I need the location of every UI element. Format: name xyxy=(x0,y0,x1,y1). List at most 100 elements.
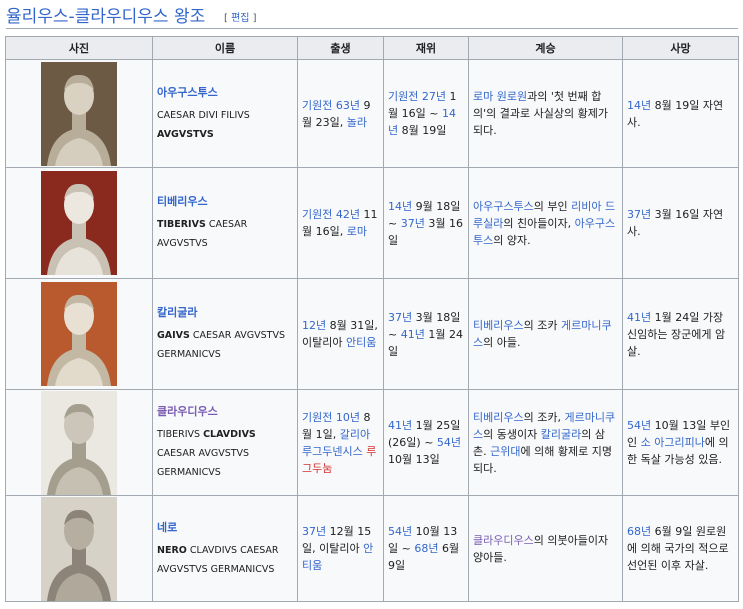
col-header-photo: 사진 xyxy=(5,36,153,60)
reign-link[interactable]: 41년 xyxy=(401,328,425,341)
section-title: 율리우스-클라우디우스 왕조 xyxy=(6,7,206,27)
death-cell: 54년 10월 13일 부인인 소 아그리피나에 의한 독살 가능성 있음. xyxy=(622,389,739,496)
reign-cell: 37년 3월 18일 ~ 41년 1월 24일 xyxy=(383,278,469,390)
succession-text: 의 동생이자 xyxy=(483,427,541,441)
reign-link[interactable]: 41년 xyxy=(388,419,412,432)
succession-text: 의 양자. xyxy=(493,233,531,247)
succession-cell: 티베리우스의 조카 게르마니쿠스의 아들. xyxy=(468,278,623,390)
latin-name-emphasis: TIBERIVS xyxy=(157,219,206,230)
reign-cell: 14년 9월 18일 ~ 37년 3월 16일 xyxy=(383,167,469,279)
bust-portrait-tiberius-icon[interactable] xyxy=(41,171,117,275)
birth-link[interactable]: 기원전 63년 xyxy=(302,99,360,112)
succession-link[interactable]: 아우구스투스 xyxy=(473,200,534,213)
birth-cell: 기원전 42년 11월 16일, 로마 xyxy=(297,167,384,279)
death-cell: 14년 8월 19일 자연사. xyxy=(622,59,739,168)
section-heading: 율리우스-클라우디우스 왕조 [ 편집 ] xyxy=(6,0,738,29)
reign-text: 10월 13일 xyxy=(388,453,440,466)
succession-link[interactable]: 로마 원로원 xyxy=(473,90,527,103)
birth-link[interactable]: 12년 xyxy=(302,319,326,332)
name-cell: 클라우디우스 TIBERIVS CLAVDIVS CAESAR AVGVSTVS … xyxy=(152,389,298,496)
name-cell: 칼리굴라 GAIVS CAESAR AVGVSTVS GERMANICVS xyxy=(152,278,298,390)
name-cell: 네로 NERO CLAVDIVS CAESAR AVGVSTVS GERMANIC… xyxy=(152,495,298,602)
birth-cell: 기원전 63년 9월 23일, 놀라 xyxy=(297,59,384,168)
latin-name-emphasis: CLAVDIVS xyxy=(203,429,256,440)
latin-name-emphasis: GAIVS xyxy=(157,330,190,341)
photo-cell xyxy=(5,495,153,602)
death-link[interactable]: 41년 xyxy=(627,311,651,324)
edit-section: [ 편집 ] xyxy=(224,9,257,24)
bust-portrait-augustus-icon[interactable] xyxy=(41,61,117,166)
latin-name-emphasis: AVGVSTVS xyxy=(157,128,214,140)
birth-cell: 37년 12월 15일, 이탈리아 안티움 xyxy=(297,495,384,602)
succession-link[interactable]: 티베리우스 xyxy=(473,411,524,424)
birth-link[interactable]: 기원전 42년 xyxy=(302,208,360,221)
photo-cell xyxy=(5,389,153,496)
death-link[interactable]: 소 아그리피나 xyxy=(641,436,705,449)
latin-name: CAESAR DIVI FILIVS AVGVSTVS xyxy=(157,109,250,140)
emperor-name-link[interactable]: 칼리굴라 xyxy=(157,304,293,321)
bust-portrait-nero-icon[interactable] xyxy=(41,496,117,601)
succession-link[interactable]: 근위대 xyxy=(490,445,520,458)
death-cell: 68년 6월 9일 원로원에 의해 국가의 적으로 선언된 이후 자살. xyxy=(622,495,739,602)
col-header-succession: 계승 xyxy=(468,36,623,60)
birth-cell: 기원전 10년 8월 1일, 갈리아 루그두넨시스 루그두눔 xyxy=(297,389,384,496)
latin-name: GAIVS CAESAR AVGVSTVS GERMANICVS xyxy=(157,330,285,360)
photo-cell xyxy=(5,167,153,279)
death-cell: 41년 1월 24일 가장 신임하는 장군에게 암살. xyxy=(622,278,739,390)
latin-name: TIBERIVS CAESAR AVGVSTVS xyxy=(157,219,248,249)
latin-name: TIBERIVS CLAVDIVS CAESAR AVGVSTVS GERMAN… xyxy=(157,429,256,478)
col-header-death: 사망 xyxy=(622,36,739,60)
name-cell: 티베리우스 TIBERIVS CAESAR AVGVSTVS xyxy=(152,167,298,279)
col-header-name: 이름 xyxy=(152,36,298,60)
emperors-table: 사진 이름 출생 재위 계승 사망 아우구스투스 CAESAR DIVI FILI… xyxy=(5,36,739,602)
reign-link[interactable]: 68년 xyxy=(414,542,438,555)
reign-link[interactable]: 54년 xyxy=(388,525,412,538)
reign-link[interactable]: 54년 xyxy=(437,436,461,449)
reign-link[interactable]: 14년 xyxy=(388,200,412,213)
birth-link[interactable]: 로마 xyxy=(347,225,367,238)
bust-portrait-claudius-icon[interactable] xyxy=(41,390,117,495)
birth-link[interactable]: 37년 xyxy=(302,525,326,538)
succession-cell: 티베리우스의 조카, 게르마니쿠스의 동생이자 칼리굴라의 삼촌. 근위대에 의… xyxy=(468,389,623,496)
bust-portrait-caligula-icon[interactable] xyxy=(41,282,117,386)
succession-cell: 클라우디우스의 의붓아들이자 양아들. xyxy=(468,495,623,602)
reign-link[interactable]: 37년 xyxy=(388,311,412,324)
succession-link[interactable]: 클라우디우스 xyxy=(473,534,534,547)
birth-cell: 12년 8월 31일, 이탈리아 안티움 xyxy=(297,278,384,390)
birth-link[interactable]: 기원전 10년 xyxy=(302,411,360,424)
edit-section-link[interactable]: 편집 xyxy=(231,13,249,24)
reign-cell: 41년 1월 25일 (26일) ~ 54년 10월 13일 xyxy=(383,389,469,496)
succession-link[interactable]: 칼리굴라 xyxy=(541,428,581,441)
latin-name: NERO CLAVDIVS CAESAR AVGVSTVS GERMANICVS xyxy=(157,544,279,575)
edit-bracket-close: ] xyxy=(249,13,257,24)
succession-cell: 아우구스투스의 부인 리비아 드루실라의 친아들이자, 아우구스투스의 양자. xyxy=(468,167,623,279)
col-header-birth: 출생 xyxy=(297,36,384,60)
death-link[interactable]: 37년 xyxy=(627,208,651,221)
birth-link[interactable]: 놀라 xyxy=(347,116,367,129)
emperor-name-link[interactable]: 네로 xyxy=(157,519,293,536)
name-cell: 아우구스투스 CAESAR DIVI FILIVS AVGVSTVS xyxy=(152,59,298,168)
table-row: 아우구스투스 CAESAR DIVI FILIVS AVGVSTVS 기원전 63년… xyxy=(5,59,739,168)
succession-text: 의 조카 xyxy=(523,319,561,332)
reign-link[interactable]: 37년 xyxy=(401,217,425,230)
reign-cell: 기원전 27년 1월 16일 ~ 14년 8월 19일 xyxy=(383,59,469,168)
succession-text: 의 친아들이자, xyxy=(503,216,575,230)
succession-text: 의 조카, xyxy=(523,410,565,424)
table-row: 티베리우스 TIBERIVS CAESAR AVGVSTVS 기원전 42년 11월… xyxy=(5,167,739,279)
table-row: 네로 NERO CLAVDIVS CAESAR AVGVSTVS GERMANIC… xyxy=(5,495,739,602)
birth-link[interactable]: 안티움 xyxy=(346,336,376,349)
death-link[interactable]: 68년 xyxy=(627,525,651,538)
emperor-name-link[interactable]: 클라우디우스 xyxy=(157,403,293,420)
succession-link[interactable]: 티베리우스 xyxy=(473,319,524,332)
emperor-name-link[interactable]: 티베리우스 xyxy=(157,193,293,210)
reign-text: 8월 19일 xyxy=(398,124,447,137)
reign-cell: 54년 10월 13일 ~ 68년 6월 9일 xyxy=(383,495,469,602)
death-link[interactable]: 54년 xyxy=(627,419,651,432)
col-header-reign: 재위 xyxy=(383,36,469,60)
reign-link[interactable]: 기원전 27년 xyxy=(388,90,446,103)
photo-cell xyxy=(5,278,153,390)
death-link[interactable]: 14년 xyxy=(627,99,651,112)
emperor-name-link[interactable]: 아우구스투스 xyxy=(157,84,293,101)
table-row: 클라우디우스 TIBERIVS CLAVDIVS CAESAR AVGVSTVS … xyxy=(5,389,739,496)
succession-text: 의 아들. xyxy=(483,336,521,349)
